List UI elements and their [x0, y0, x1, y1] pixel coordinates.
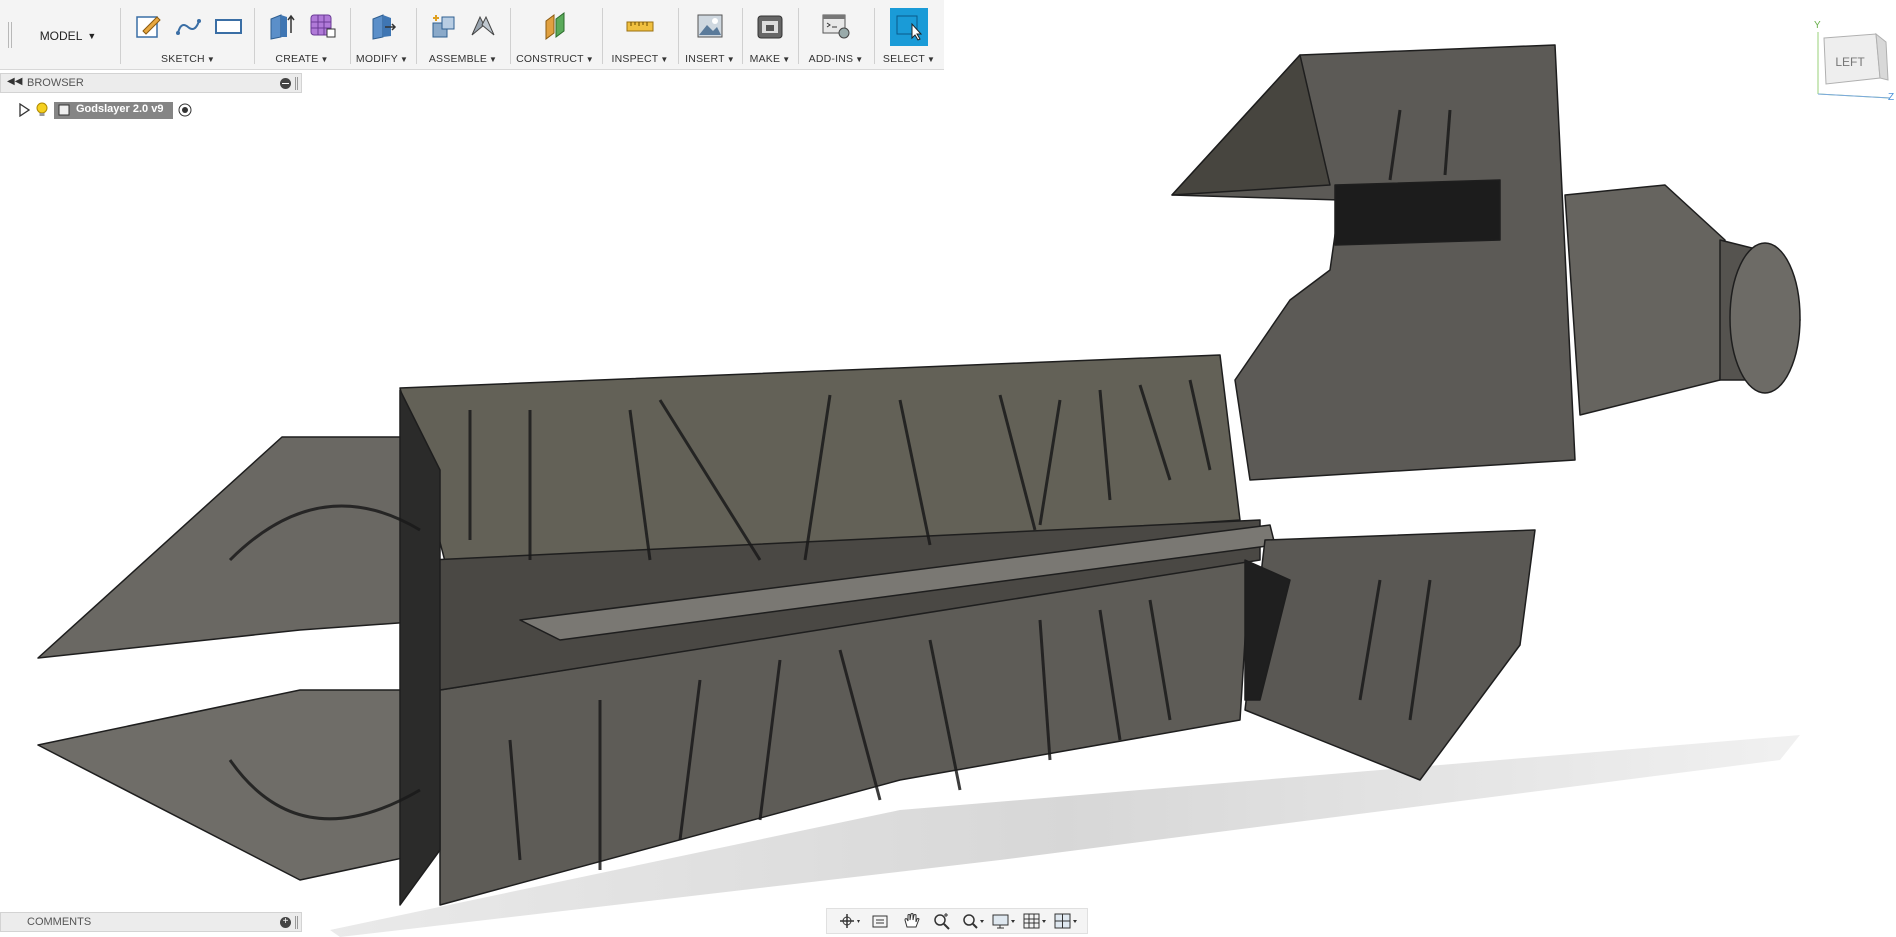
extrude-icon[interactable]: [266, 10, 298, 42]
chevron-down-icon: ▼: [489, 55, 498, 64]
group-label-select[interactable]: SELECT: [883, 53, 925, 65]
toolbar-group-add-ins: ADD-INS ▼: [800, 0, 872, 70]
toolbar-group-inspect: INSPECT ▼: [604, 0, 676, 70]
chevron-down-icon: ▼: [585, 55, 594, 64]
toolbar-group-create: CREATE ▼: [256, 0, 348, 70]
toolbar-group-sketch: SKETCH ▼: [124, 0, 252, 70]
select-icon[interactable]: [890, 8, 928, 46]
offset-plane-icon[interactable]: [539, 10, 571, 42]
scripts-icon[interactable]: [820, 10, 852, 42]
comments-panel: COMMENTS +: [0, 912, 302, 932]
new-component-icon[interactable]: [427, 10, 459, 42]
panel-grip[interactable]: [295, 916, 298, 929]
comments-title: COMMENTS: [27, 916, 92, 928]
axis-y-label: Y: [1814, 20, 1821, 31]
zoom-icon[interactable]: [929, 911, 955, 931]
add-comment-icon[interactable]: +: [280, 917, 291, 928]
browser-panel-header: ◀◀ BROWSER: [0, 73, 302, 93]
group-label-modify[interactable]: MODIFY: [356, 53, 398, 65]
group-label-assemble[interactable]: ASSEMBLE: [429, 53, 487, 65]
chevron-down-icon: ▼: [782, 55, 791, 64]
document-icon: [58, 104, 70, 115]
app-window: MODEL ▼ SKETCH ▼ CREATE ▼ MODIFY ▼ ASSEM…: [0, 0, 1896, 937]
main-toolbar: MODEL ▼ SKETCH ▼ CREATE ▼ MODIFY ▼ ASSEM…: [0, 0, 944, 70]
browser-root-row: Godslayer 2.0 v9: [18, 101, 192, 119]
3d-print-icon[interactable]: [754, 10, 786, 42]
measure-icon[interactable]: [624, 10, 656, 42]
toolbar-divider: [120, 8, 121, 64]
group-label-sketch[interactable]: SKETCH: [161, 53, 205, 65]
chevron-down-icon: ▼: [855, 55, 864, 64]
toolbar-divider: [678, 8, 679, 64]
rectangle-icon[interactable]: [212, 10, 244, 42]
panel-grip[interactable]: [295, 77, 298, 90]
chevron-down-icon: ▼: [399, 55, 409, 64]
toolbar-divider: [602, 8, 603, 64]
pan-hand-icon[interactable]: [898, 911, 924, 931]
chevron-down-icon: ▼: [87, 31, 97, 41]
chevron-down-icon: ▼: [660, 55, 669, 64]
display-settings-icon[interactable]: [991, 911, 1017, 931]
toolbar-divider: [510, 8, 511, 64]
viewcube-face-label: LEFT: [1835, 55, 1865, 69]
lightbulb-icon[interactable]: [35, 102, 49, 118]
toolbar-divider: [350, 8, 351, 64]
viewport-canvas[interactable]: [0, 0, 1896, 937]
press-pull-icon[interactable]: [366, 10, 398, 42]
collapse-icon[interactable]: ◀◀: [7, 76, 22, 87]
group-label-construct[interactable]: CONSTRUCT: [516, 53, 584, 65]
joint-icon[interactable]: [467, 10, 499, 42]
toolbar-grip[interactable]: [8, 22, 12, 48]
toolbar-divider: [798, 8, 799, 64]
toolbar-group-assemble: ASSEMBLE ▼: [418, 0, 508, 70]
activate-radio-icon[interactable]: [178, 103, 192, 117]
toolbar-group-make: MAKE ▼: [744, 0, 796, 70]
grid-settings-icon[interactable]: [1022, 911, 1048, 931]
create-sketch-icon[interactable]: [132, 10, 164, 42]
navigation-bar: [826, 908, 1088, 934]
group-label-add-ins[interactable]: ADD-INS: [809, 53, 854, 65]
view-cube[interactable]: LEFT Y Z: [1812, 18, 1896, 102]
chevron-down-icon: ▼: [320, 55, 329, 64]
chevron-down-icon: ▼: [206, 55, 215, 64]
form-icon[interactable]: [306, 10, 338, 42]
chevron-down-icon: ▼: [926, 55, 936, 64]
toolbar-divider: [742, 8, 743, 64]
chevron-down-icon: ▼: [726, 55, 735, 64]
insert-image-icon[interactable]: [694, 10, 726, 42]
expand-triangle-icon[interactable]: [18, 103, 30, 117]
toolbar-group-modify: MODIFY ▼: [352, 0, 412, 70]
root-component-node[interactable]: Godslayer 2.0 v9: [54, 101, 174, 119]
group-label-insert[interactable]: INSERT: [685, 53, 725, 65]
workspace-label: MODEL: [39, 29, 83, 43]
workspace-switcher[interactable]: MODEL ▼: [18, 10, 118, 62]
group-label-create[interactable]: CREATE: [275, 53, 318, 65]
group-label-inspect[interactable]: INSPECT: [611, 53, 658, 65]
fit-zoom-icon[interactable]: [960, 911, 986, 931]
browser-title: BROWSER: [27, 77, 84, 89]
line-icon[interactable]: [172, 10, 204, 42]
toolbar-group-insert: INSERT ▼: [680, 0, 740, 70]
viewports-icon[interactable]: [1053, 911, 1079, 931]
orbit-icon[interactable]: [836, 911, 862, 931]
minimize-icon[interactable]: [280, 78, 291, 89]
toolbar-group-construct: CONSTRUCT ▼: [512, 0, 598, 70]
root-component-label: Godslayer 2.0 v9: [76, 102, 164, 115]
toolbar-divider: [416, 8, 417, 64]
toolbar-group-select: SELECT ▼: [876, 0, 942, 70]
group-label-make[interactable]: MAKE: [750, 53, 781, 65]
toolbar-divider: [874, 8, 875, 64]
axis-z-label: Z: [1888, 92, 1894, 102]
look-at-icon[interactable]: [867, 911, 893, 931]
toolbar-divider: [254, 8, 255, 64]
